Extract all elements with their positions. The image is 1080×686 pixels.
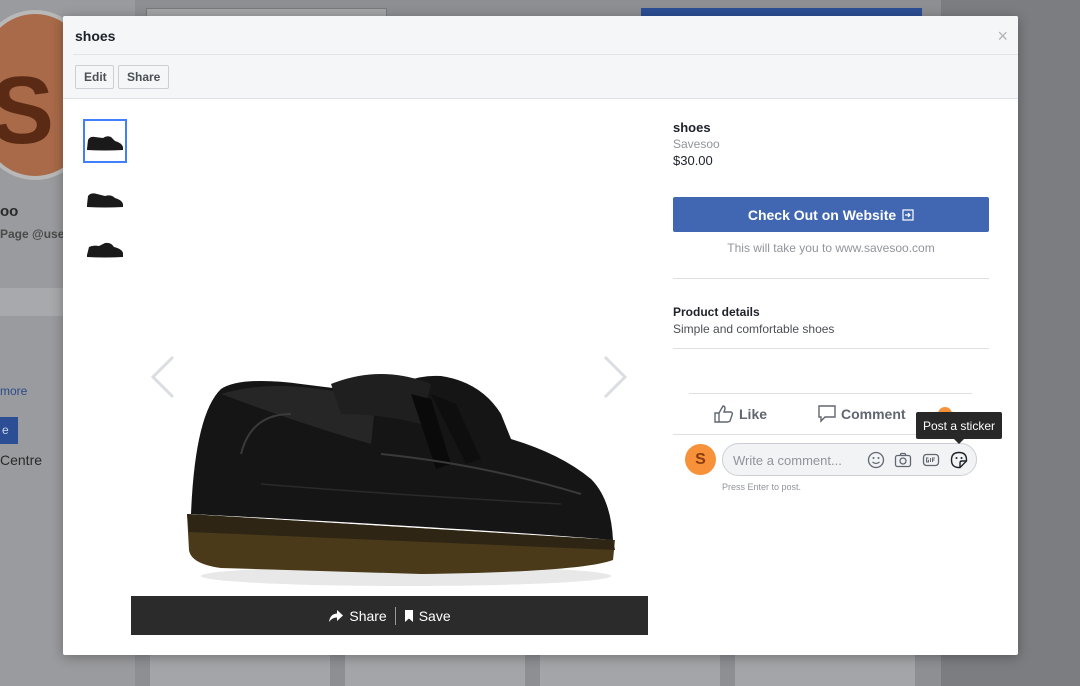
sticker-tooltip: Post a sticker <box>916 412 1002 439</box>
product-title: shoes <box>673 120 711 135</box>
comment-input[interactable]: Write a comment... <box>722 443 977 476</box>
share-arrow-icon <box>329 609 344 622</box>
photo-share-label: Share <box>349 607 387 624</box>
edit-button[interactable]: Edit <box>75 65 114 89</box>
emoji-icon[interactable] <box>867 451 885 469</box>
shoe-thumbnail-icon <box>87 193 123 208</box>
bookmark-icon <box>404 609 413 622</box>
gif-icon[interactable] <box>922 451 940 469</box>
photo-action-bar: Share Save <box>131 596 648 635</box>
share-button[interactable]: Share <box>118 65 169 89</box>
divider <box>689 393 972 394</box>
modal-title: shoes <box>75 28 116 44</box>
photo-save-button[interactable]: Save <box>396 608 459 624</box>
product-price: $30.00 <box>673 153 713 168</box>
comment-bubble-icon <box>818 405 836 423</box>
like-label: Like <box>739 406 768 422</box>
background-blue-button: e <box>0 417 18 444</box>
background-card <box>345 655 525 686</box>
header-divider <box>73 54 1018 55</box>
close-icon[interactable]: × <box>997 26 1008 47</box>
camera-icon[interactable] <box>894 451 912 469</box>
product-details-text: Simple and comfortable shoes <box>673 322 835 336</box>
thumbnail-1[interactable] <box>83 119 127 163</box>
background-card <box>735 655 915 686</box>
avatar[interactable]: S <box>685 444 716 475</box>
modal-header: shoes × Edit Share <box>63 16 1018 99</box>
comment-placeholder: Write a comment... <box>733 453 842 468</box>
divider <box>673 348 989 349</box>
photo-share-button[interactable]: Share <box>320 608 394 624</box>
thumbnail-3[interactable] <box>83 225 127 269</box>
tooltip-tail <box>954 439 964 444</box>
background-card <box>150 655 330 686</box>
photo-save-label: Save <box>418 607 451 624</box>
background-centre-text: Centre <box>0 452 43 468</box>
background-avatar-letter: S <box>0 57 55 164</box>
thumbnail-2[interactable] <box>83 176 127 220</box>
previous-arrow-icon[interactable] <box>148 354 178 400</box>
divider <box>673 278 989 279</box>
background-page-handle: Page @use <box>0 227 65 241</box>
checkout-label: Check Out on Website <box>747 206 897 223</box>
sticker-icon[interactable] <box>950 451 968 469</box>
like-button[interactable]: Like <box>714 405 767 423</box>
background-card <box>540 655 720 686</box>
comment-button[interactable]: Comment <box>818 405 906 423</box>
comment-label: Comment <box>841 406 906 422</box>
shoe-thumbnail-icon <box>87 242 123 258</box>
product-details-heading: Product details <box>673 305 760 319</box>
comment-hint: Press Enter to post. <box>722 482 802 492</box>
background-page-name: oo <box>0 203 19 220</box>
product-image <box>187 374 615 586</box>
product-seller[interactable]: Savesoo <box>673 137 720 151</box>
product-modal: shoes × Edit Share Share Save shoes Save… <box>63 16 1018 655</box>
thumbs-up-icon <box>714 405 734 423</box>
external-link-icon <box>902 208 914 221</box>
checkout-note: This will take you to www.savesoo.com <box>727 241 935 255</box>
shoe-thumbnail-icon <box>87 136 123 151</box>
checkout-button[interactable]: Check Out on Website <box>673 197 989 232</box>
background-more-link: more <box>0 384 28 398</box>
